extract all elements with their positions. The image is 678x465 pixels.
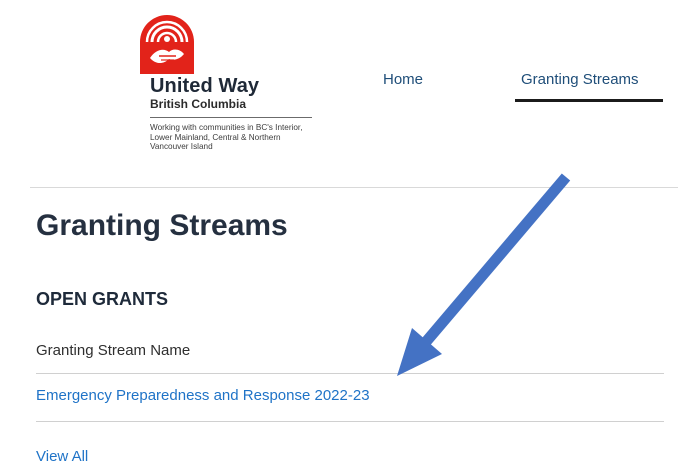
row-divider — [36, 421, 664, 422]
nav-granting-streams-link[interactable]: Granting Streams — [521, 71, 639, 88]
view-all-link[interactable]: View All — [36, 448, 88, 465]
grant-link-emergency-preparedness[interactable]: Emergency Preparedness and Response 2022… — [36, 387, 370, 404]
brand-tagline: Working with communities in BC's Interio… — [150, 123, 303, 152]
nav-active-indicator — [515, 99, 663, 102]
open-grants-heading: OPEN GRANTS — [36, 289, 169, 309]
column-header: Granting Stream Name — [36, 342, 191, 359]
nav-home-link[interactable]: Home — [383, 71, 423, 88]
united-way-logo-icon[interactable] — [136, 12, 198, 74]
row-divider — [36, 373, 664, 374]
brand-name: United Way — [150, 75, 260, 97]
header-divider — [30, 187, 678, 188]
brand-divider — [150, 117, 312, 118]
brand-region: British Columbia — [150, 97, 247, 111]
page-title: Granting Streams — [36, 209, 288, 242]
site-header: United Way British Columbia Working with… — [0, 0, 678, 188]
